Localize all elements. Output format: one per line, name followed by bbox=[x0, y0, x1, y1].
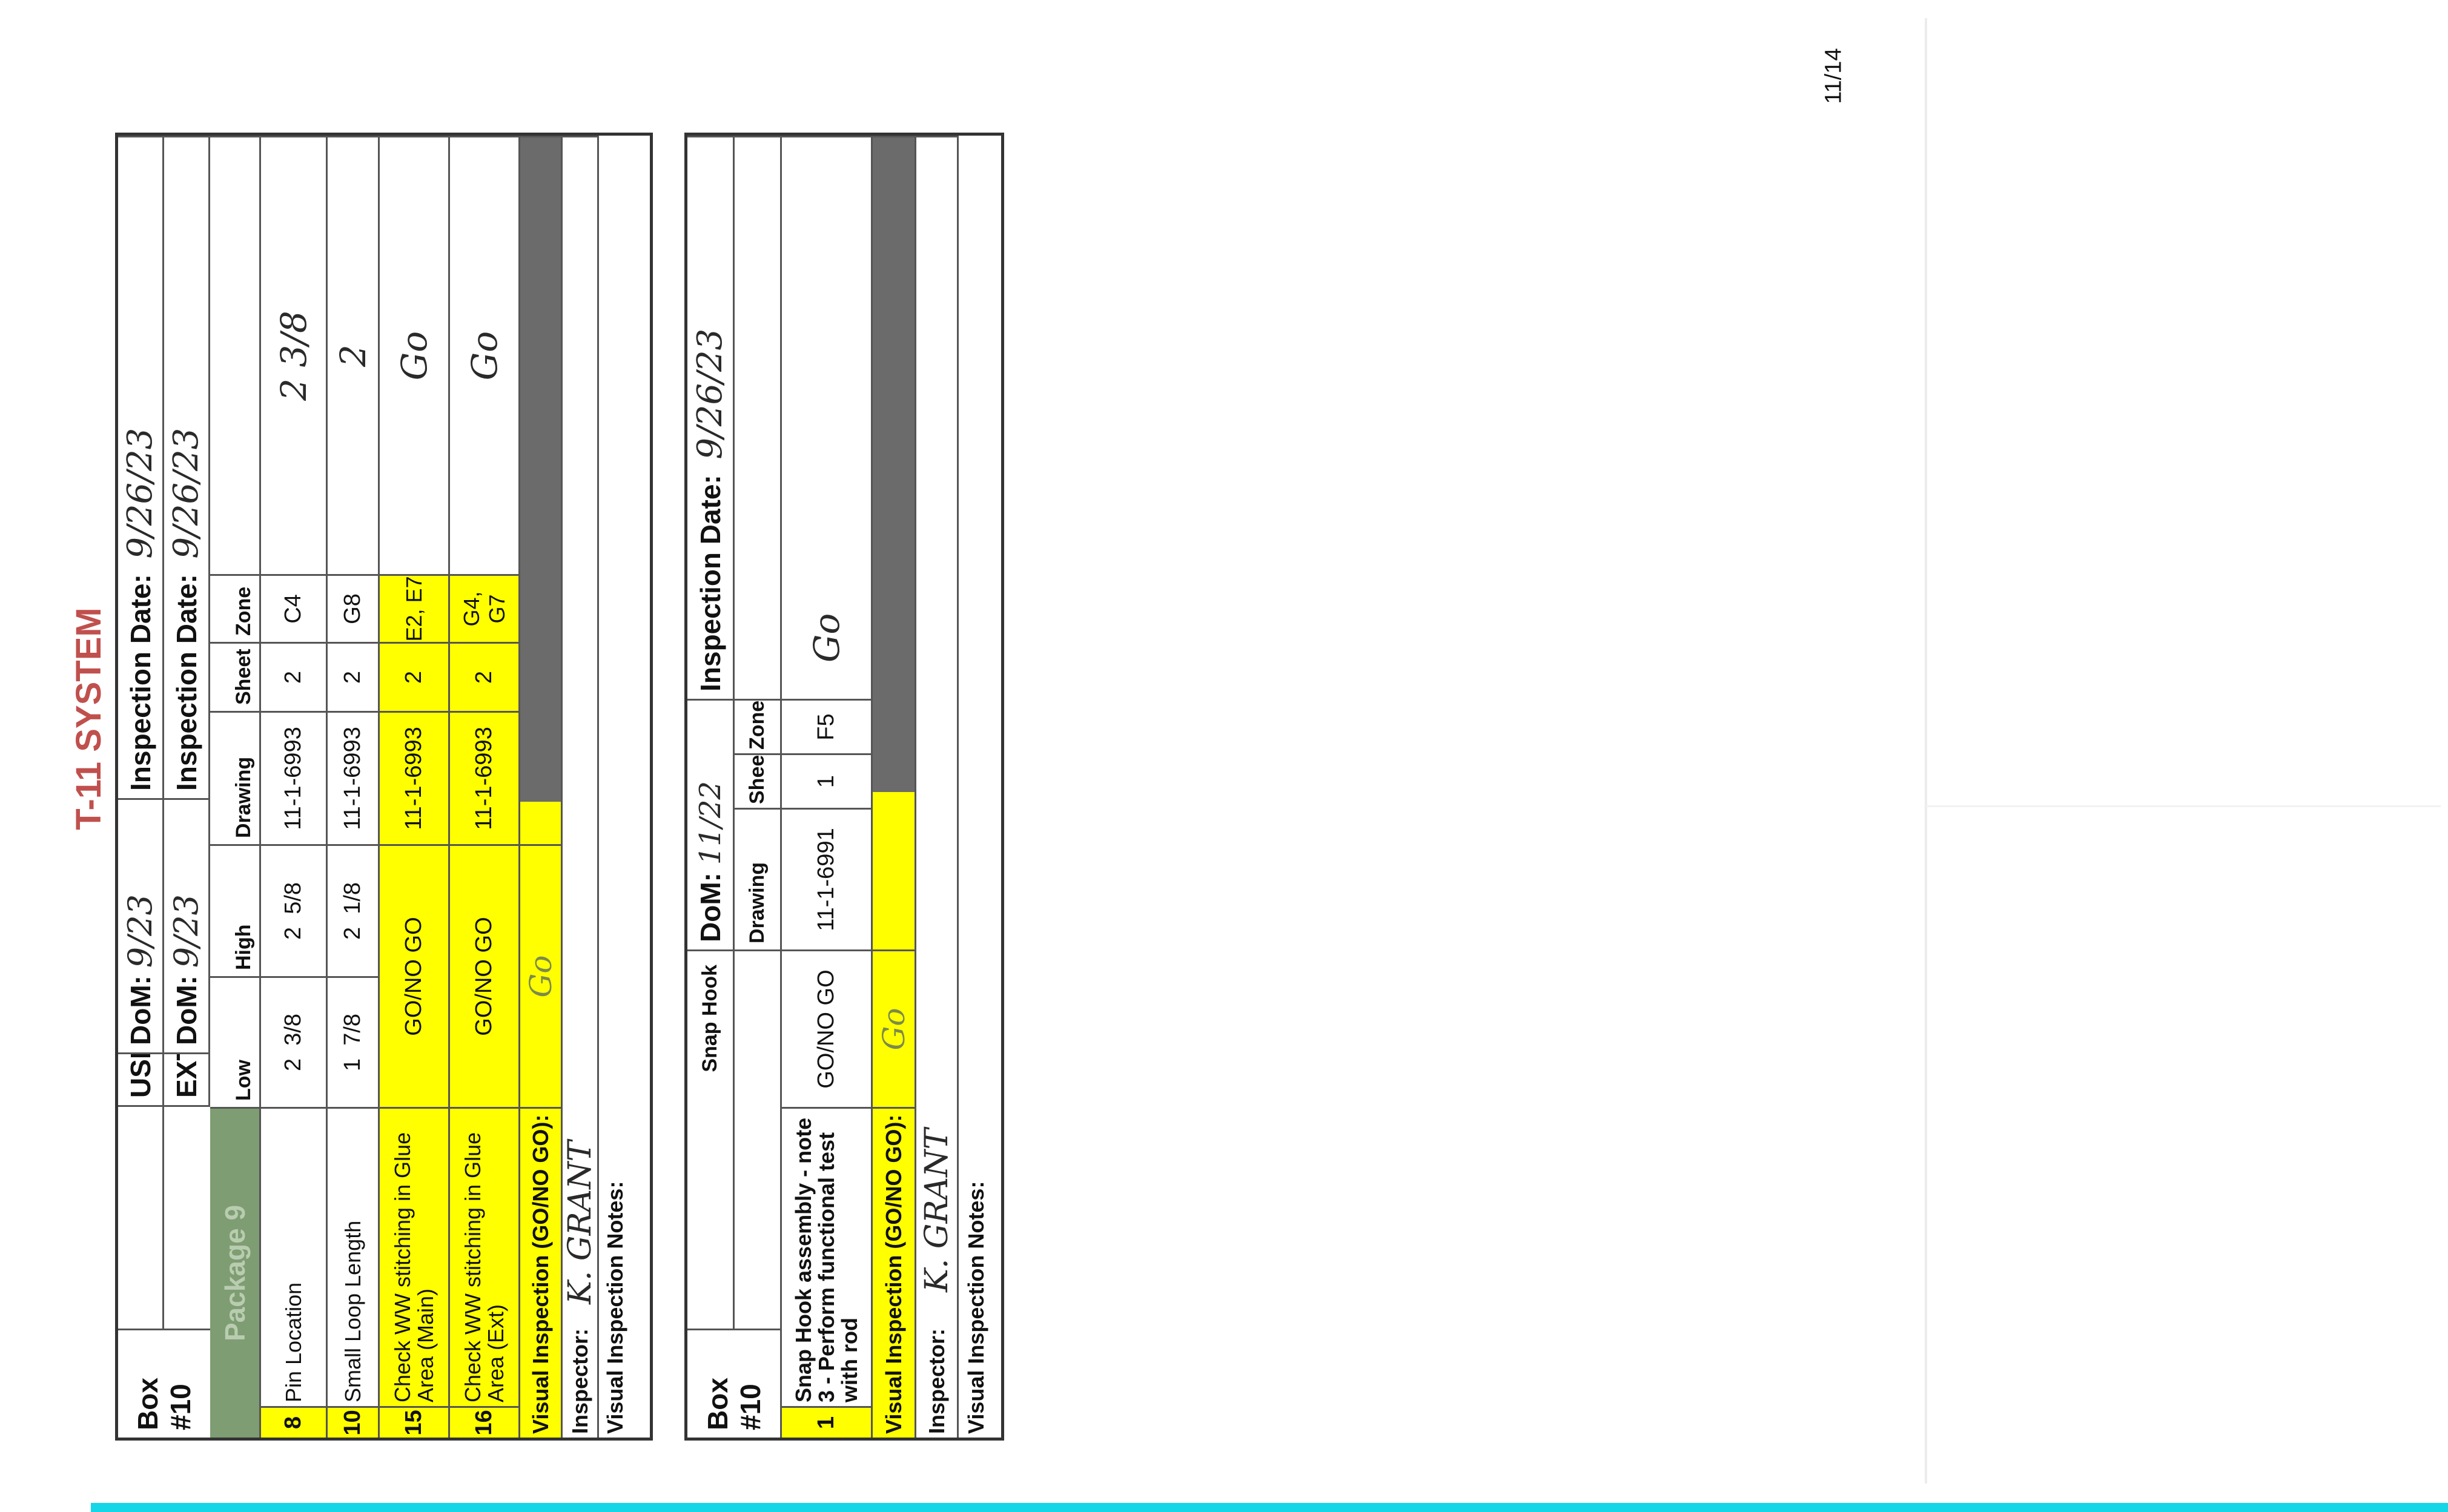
usl-label: USL bbox=[118, 1052, 164, 1107]
col-sheet: Sheet bbox=[210, 642, 261, 711]
row-zone: G8 bbox=[328, 574, 380, 642]
page-number: 11/14 bbox=[1821, 47, 1847, 104]
inspector-row: Inspector: K. GRANT bbox=[916, 136, 959, 1438]
rotated-document: T-11 SYSTEM Box #10 USL DoM: 9/23 Inspec… bbox=[0, 0, 1030, 1512]
row-result: Go bbox=[782, 136, 873, 699]
row-result: 2 bbox=[328, 136, 380, 574]
row-drawing: 11-1-6993 bbox=[261, 711, 328, 844]
row-drawing: 11-1-6993 bbox=[328, 711, 380, 844]
row-drawing: 11-1-6993 bbox=[380, 711, 450, 844]
row-sheet: 2 bbox=[261, 642, 328, 711]
row-high: 2 1/8 bbox=[328, 844, 380, 976]
row-sheet: 2 bbox=[380, 642, 450, 711]
row-drawing: 11-1-6991 bbox=[782, 808, 873, 949]
col-sheet: Sheet bbox=[735, 753, 782, 808]
row-number: 1 bbox=[782, 1406, 873, 1438]
inspection-form-snap-hook: Box #10 Snap Hook DoM: 11/22 Inspection … bbox=[684, 133, 1004, 1441]
inspector-label: Inspector: bbox=[567, 1328, 592, 1434]
row-result: Go bbox=[380, 136, 450, 574]
row-description: Check WW stitching in Glue Area (Ext) bbox=[450, 1107, 520, 1406]
visual-inspection-notes-label: Visual Inspection Notes: bbox=[603, 1181, 627, 1434]
row-spec: GO/NO GO bbox=[782, 949, 873, 1107]
row-high: 2 5/8 bbox=[261, 844, 328, 976]
visual-inspection-label: Visual Inspection (GO/NO GO): bbox=[520, 1107, 563, 1438]
row-sheet: 2 bbox=[328, 642, 380, 711]
inspector-row: Inspector: K. GRANT bbox=[563, 136, 599, 1438]
dom-label-ext: DoM: 9/23 bbox=[164, 798, 210, 1052]
col-drawing: Drawing bbox=[210, 711, 261, 844]
row-spec: GO/NO GO bbox=[450, 844, 520, 1107]
inspector-signature: K. GRANT bbox=[918, 1128, 955, 1292]
col-zone: Zone bbox=[735, 699, 782, 753]
row-zone: E2, E7 bbox=[380, 574, 450, 642]
row-result: Go bbox=[450, 136, 520, 574]
result-header-blank bbox=[210, 136, 261, 574]
row-number: 16 bbox=[450, 1406, 520, 1438]
col-drawing: Drawing bbox=[735, 808, 782, 949]
dom-value: 11/22 bbox=[693, 781, 727, 865]
row-low: 2 3/8 bbox=[261, 976, 328, 1107]
dom-value-ext: 9/23 bbox=[167, 894, 205, 968]
scanned-page: 11/14 T-11 SYSTEM Box #10 USL DoM: 9/23 … bbox=[0, 0, 2448, 1512]
row-result: 2 3/8 bbox=[261, 136, 328, 574]
box-label: Box #10 bbox=[118, 1329, 210, 1438]
visual-inspection-gray-fill bbox=[520, 136, 563, 802]
visual-inspection-gray-fill bbox=[873, 136, 916, 792]
visual-inspection-value: Go bbox=[873, 949, 916, 1107]
dom-label: DoM: 11/22 bbox=[687, 699, 735, 949]
row-zone: F5 bbox=[782, 699, 873, 753]
inspection-date-label-usl: Inspection Date: 9/26/23 bbox=[118, 136, 164, 798]
row-zone: G4, G7 bbox=[450, 574, 520, 642]
dom-label-usl: DoM: 9/23 bbox=[118, 798, 164, 1052]
visual-inspection-notes-label: Visual Inspection Notes: bbox=[964, 1181, 988, 1434]
inspection-date-label: Inspection Date: 9/26/23 bbox=[687, 136, 735, 699]
box-label: Box #10 bbox=[687, 1329, 782, 1438]
visual-inspection-value: Go bbox=[520, 844, 563, 1107]
result-header-blank bbox=[735, 136, 782, 699]
box-label-spacer bbox=[118, 1107, 164, 1329]
row-number: 15 bbox=[380, 1406, 450, 1438]
document-title: T-11 SYSTEM bbox=[69, 607, 108, 830]
row-drawing: 11-1-6993 bbox=[450, 711, 520, 844]
row-sheet: 1 bbox=[782, 753, 873, 808]
row-description: Snap Hook assembly - note 3 - Perform fu… bbox=[782, 1107, 873, 1406]
component-label: Snap Hook bbox=[687, 949, 735, 1329]
inspection-date-usl: 9/26/23 bbox=[121, 428, 160, 559]
visual-inspection-yellow-fill bbox=[873, 792, 916, 949]
inspection-form-package-9: Box #10 USL DoM: 9/23 Inspection Date: 9… bbox=[115, 133, 653, 1441]
inspector-label: Inspector: bbox=[924, 1328, 949, 1434]
page-edge bbox=[1925, 18, 1927, 1484]
package-band: Package 9 bbox=[210, 1107, 261, 1438]
row-number: 8 bbox=[261, 1406, 328, 1438]
visual-inspection-label: Visual Inspection (GO/NO GO): bbox=[873, 1107, 916, 1438]
inspection-date-ext: 9/26/23 bbox=[167, 428, 206, 559]
row-spec: GO/NO GO bbox=[380, 844, 450, 1107]
col-zone: Zone bbox=[210, 574, 261, 642]
page-crease bbox=[1926, 805, 2441, 807]
row-low: 1 7/8 bbox=[328, 976, 380, 1107]
inspection-date: 9/26/23 bbox=[690, 328, 730, 460]
inspector-signature: K. GRANT bbox=[563, 1140, 598, 1304]
row-number: 10 bbox=[328, 1406, 380, 1438]
col-low: Low bbox=[210, 976, 261, 1107]
row-sheet: 2 bbox=[450, 642, 520, 711]
header-blank bbox=[735, 949, 782, 1329]
row-description: Check WW stitching in Glue Area (Main) bbox=[380, 1107, 450, 1406]
row-zone: C4 bbox=[261, 574, 328, 642]
col-high: High bbox=[210, 844, 261, 976]
dom-value-usl: 9/23 bbox=[121, 894, 159, 968]
visual-inspection-yellow-fill bbox=[520, 802, 563, 844]
row-description: Small Loop Length bbox=[328, 1107, 380, 1406]
row-description: Pin Location bbox=[261, 1107, 328, 1406]
inspection-date-label-ext: Inspection Date: 9/26/23 bbox=[164, 136, 210, 798]
ext-label: EXT bbox=[164, 1052, 210, 1107]
